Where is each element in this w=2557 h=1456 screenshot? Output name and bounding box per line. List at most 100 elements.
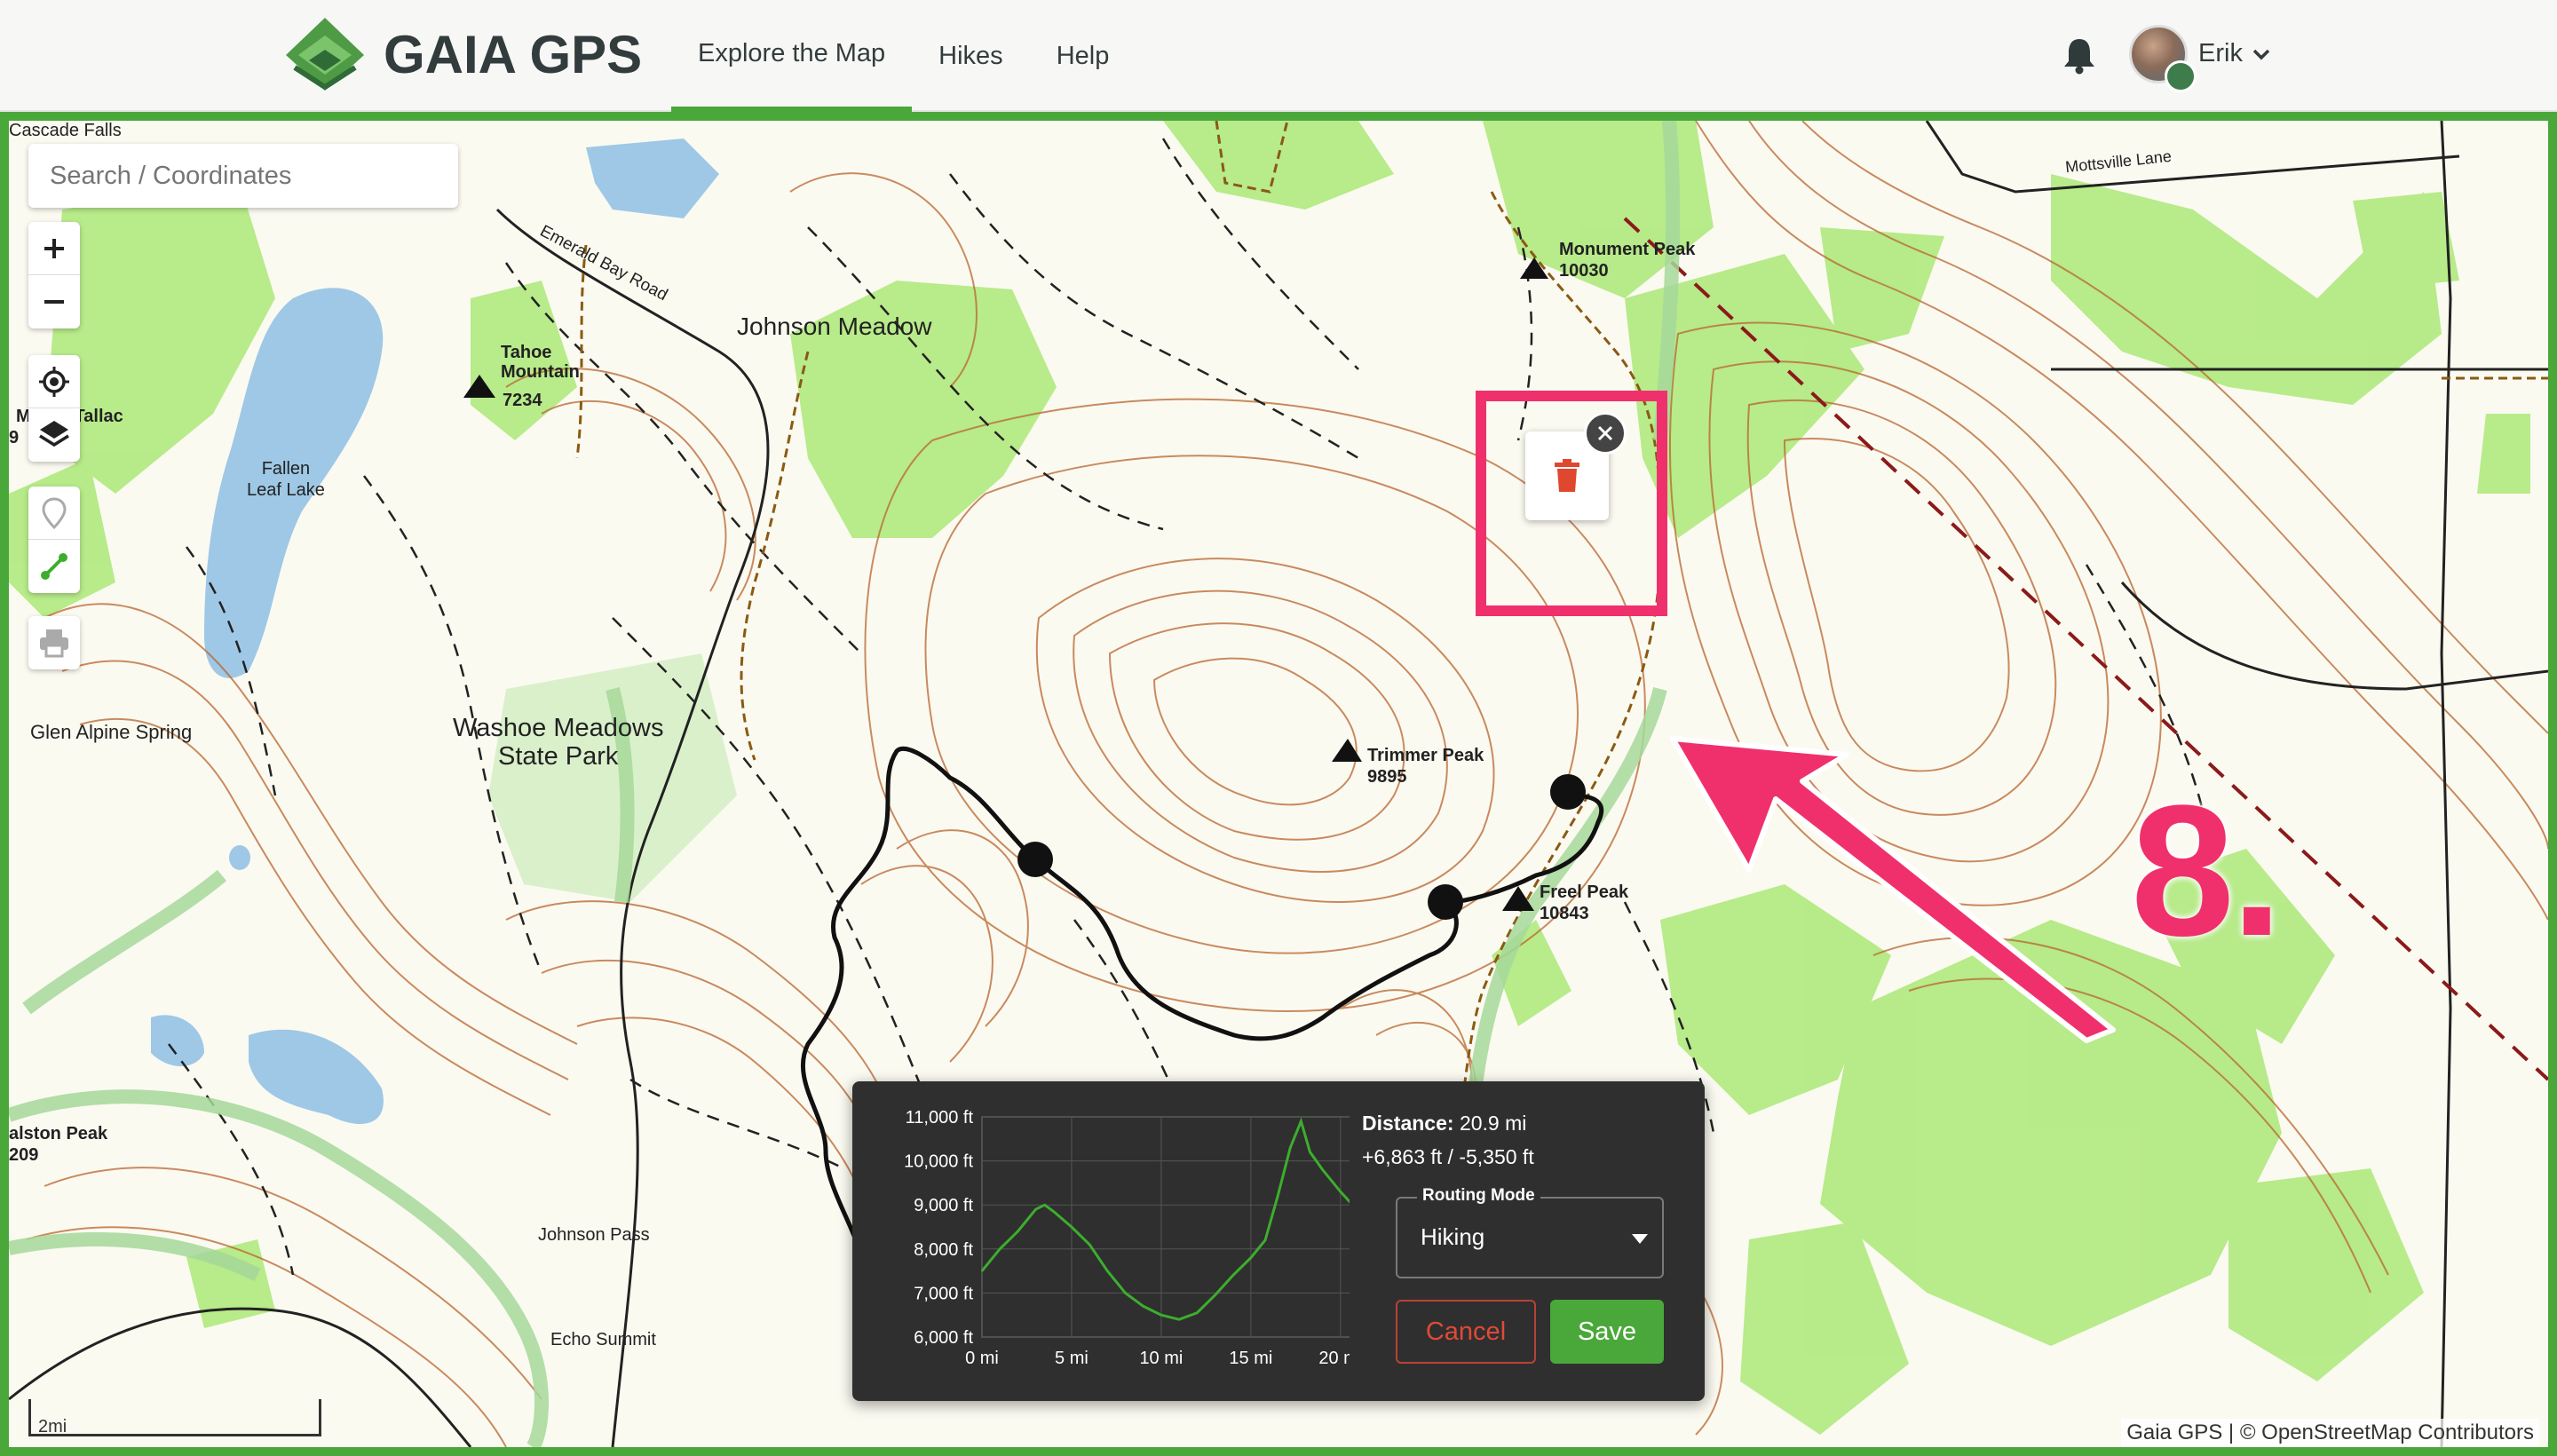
top-navbar: GAIA GPS Explore the Map Hikes Help Erik bbox=[0, 0, 2557, 112]
label-tahoe-mountain[interactable]: Tahoe Mountain bbox=[501, 343, 580, 382]
y-tick-label: 9,000 ft bbox=[914, 1196, 973, 1215]
label-washoe-meadows[interactable]: Washoe Meadows State Park bbox=[453, 714, 663, 771]
x-tick-label: 0 mi bbox=[965, 1349, 999, 1368]
locate-icon bbox=[39, 366, 69, 397]
chevron-down-icon[interactable] bbox=[2252, 44, 2271, 64]
label-freel-peak-elevation: 10843 bbox=[1540, 904, 1589, 923]
x-tick-label: 5 mi bbox=[1055, 1349, 1089, 1368]
zoom-controls bbox=[28, 222, 80, 328]
label-cascade-falls[interactable]: Cascade Falls bbox=[9, 121, 122, 141]
elevation-point bbox=[1321, 1168, 1324, 1171]
label-johnson-pass[interactable]: Johnson Pass bbox=[538, 1225, 650, 1246]
label-mount-tallac-elevation: 9 bbox=[9, 428, 20, 447]
zoom-in-icon bbox=[44, 238, 64, 258]
label-fallen-leaf-lake[interactable]: Fallen Leaf Lake bbox=[247, 458, 325, 501]
elevation-point bbox=[1309, 1151, 1311, 1153]
nav-explore-the-map[interactable]: Explore the Map bbox=[671, 0, 913, 112]
nav-help[interactable]: Help bbox=[1030, 0, 1136, 112]
print-button[interactable] bbox=[28, 616, 80, 669]
elevation-point bbox=[1214, 1294, 1216, 1296]
y-tick-label: 11,000 ft bbox=[906, 1108, 974, 1128]
locate-button[interactable] bbox=[28, 355, 80, 408]
search-input[interactable] bbox=[28, 144, 458, 208]
label-freel-peak[interactable]: Freel Peak bbox=[1540, 882, 1628, 903]
y-tick-label: 8,000 ft bbox=[914, 1240, 973, 1260]
elevation-point bbox=[1264, 1239, 1266, 1241]
caret-down-icon bbox=[1632, 1234, 1648, 1244]
elevation-point bbox=[1250, 1256, 1252, 1259]
label-monument-peak[interactable]: Monument Peak bbox=[1559, 240, 1695, 260]
elevation-point bbox=[1142, 1305, 1144, 1308]
waypoint-icon bbox=[42, 496, 67, 529]
label-monument-peak-elevation: 10030 bbox=[1559, 261, 1609, 281]
zoom-out-icon bbox=[44, 300, 64, 304]
bell-icon[interactable] bbox=[2062, 36, 2097, 75]
zoom-in-button[interactable] bbox=[28, 222, 80, 275]
elevation-series-line bbox=[980, 1117, 1350, 1321]
elevation-point bbox=[1277, 1195, 1278, 1198]
x-tick-label: 20 mi bbox=[1318, 1349, 1350, 1368]
avatar-badge-icon bbox=[2165, 60, 2197, 92]
y-tick-label: 7,000 ft bbox=[914, 1284, 973, 1303]
routing-mode-label: Routing Mode bbox=[1417, 1186, 1540, 1206]
elevation-point bbox=[1160, 1314, 1162, 1316]
print-icon bbox=[40, 629, 68, 658]
elevation-point bbox=[1231, 1274, 1234, 1277]
brand-logo[interactable]: GAIA GPS bbox=[282, 16, 642, 92]
label-glen-alpine-spring[interactable]: Glen Alpine Spring bbox=[30, 721, 192, 744]
label-ralston-peak[interactable]: alston Peak bbox=[9, 1124, 107, 1144]
elevation-point bbox=[1034, 1208, 1037, 1210]
label-tahoe-mountain-elevation: 7234 bbox=[503, 391, 542, 410]
chart-frame bbox=[981, 1116, 1350, 1338]
x-tick-label: 10 mi bbox=[1139, 1349, 1183, 1368]
elevation-chart: 11,000 ft 10,000 ft 9,000 ft 8,000 ft 7,000 … bbox=[904, 1108, 1350, 1368]
elevation-point bbox=[1178, 1318, 1180, 1320]
y-tick-label: 6,000 ft bbox=[914, 1328, 973, 1348]
map-scale-bar: 2mi bbox=[28, 1399, 321, 1436]
elevation-point bbox=[1071, 1226, 1073, 1228]
route-stats: Distance: 20.9 mi +6,863 ft / -5,350 ft bbox=[1362, 1106, 1534, 1174]
label-ralston-peak-elevation: 209 bbox=[9, 1145, 39, 1165]
zoom-out-button[interactable] bbox=[28, 275, 80, 328]
elevation-point bbox=[1017, 1230, 1019, 1232]
label-trimmer-peak-elevation: 9895 bbox=[1367, 767, 1407, 787]
route-icon bbox=[41, 553, 67, 580]
save-button[interactable]: Save bbox=[1550, 1300, 1664, 1364]
user-name[interactable]: Erik bbox=[2198, 39, 2243, 68]
elevation-point bbox=[1106, 1270, 1109, 1272]
cancel-button[interactable]: Cancel bbox=[1396, 1300, 1536, 1364]
print-controls bbox=[28, 616, 80, 669]
elevation-point bbox=[1089, 1244, 1090, 1246]
add-waypoint-button[interactable] bbox=[28, 487, 80, 540]
routing-mode-value: Hiking bbox=[1421, 1223, 1485, 1250]
elevation-point bbox=[1300, 1120, 1302, 1122]
elevation-point bbox=[999, 1248, 1001, 1250]
elevation-point bbox=[1124, 1292, 1127, 1294]
layers-button[interactable] bbox=[28, 408, 80, 462]
label-johnson-meadow[interactable]: Johnson Meadow bbox=[737, 313, 931, 341]
elevation-point bbox=[1052, 1210, 1055, 1213]
y-tick-label: 10,000 ft bbox=[904, 1152, 973, 1172]
elevation-point bbox=[981, 1270, 983, 1272]
elevation-point bbox=[1043, 1204, 1046, 1206]
draw-route-button[interactable] bbox=[28, 540, 80, 593]
elevation-point bbox=[1196, 1311, 1199, 1314]
distance-value: 20.9 mi bbox=[1459, 1112, 1527, 1135]
map-tools-controls bbox=[28, 355, 80, 462]
elevation-point bbox=[1289, 1146, 1292, 1149]
main-nav: Explore the Map Hikes Help bbox=[671, 0, 1136, 112]
draw-controls bbox=[28, 487, 80, 593]
nav-hikes[interactable]: Hikes bbox=[912, 0, 1030, 112]
scale-label: 2mi bbox=[38, 1417, 67, 1436]
label-trimmer-peak[interactable]: Trimmer Peak bbox=[1367, 746, 1484, 766]
layers-icon bbox=[39, 421, 69, 447]
elevation-change: +6,863 ft / -5,350 ft bbox=[1362, 1145, 1534, 1168]
annotation-arrow bbox=[1670, 736, 2116, 1043]
annotation-highlight-box bbox=[1476, 391, 1667, 616]
routing-mode-select[interactable]: Routing Mode Hiking bbox=[1396, 1186, 1664, 1278]
route-elevation-panel: 11,000 ft 10,000 ft 9,000 ft 8,000 ft 7,000 … bbox=[852, 1081, 1705, 1401]
brand-name: GAIA GPS bbox=[384, 24, 643, 84]
map-attribution[interactable]: Gaia GPS | © OpenStreetMap Contributors bbox=[2121, 1419, 2539, 1447]
route-waypoints bbox=[1017, 774, 1586, 920]
label-echo-summit[interactable]: Echo Summit bbox=[550, 1330, 656, 1350]
